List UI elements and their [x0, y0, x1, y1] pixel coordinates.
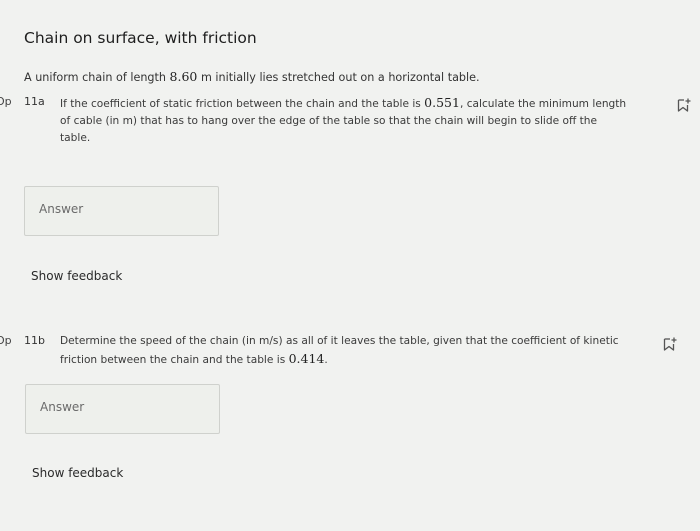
question-11a-line1-prefix: If the coefficient of static friction be…	[60, 98, 425, 110]
show-feedback-link-11a[interactable]: Show feedback	[31, 269, 122, 283]
question-11b-line1: Determine the speed of the chain (in m/s…	[60, 335, 619, 347]
bookmark-add-icon[interactable]	[676, 97, 692, 113]
question-11a-side-tag: Op	[0, 95, 12, 108]
chain-length-value: 8.60	[169, 69, 198, 84]
question-11a-line3: table.	[60, 132, 91, 144]
answer-placeholder: Answer	[40, 400, 85, 414]
question-11a-line1-suffix: , calculate the minimum length	[459, 98, 627, 110]
question-11a-line2: of cable (in m) that has to hang over th…	[60, 115, 598, 127]
question-11b-line2-suffix: .	[324, 354, 328, 366]
question-11b-text: Determine the speed of the chain (in m/s…	[60, 333, 660, 369]
question-11b-number: 11b	[24, 334, 45, 347]
answer-input-11a[interactable]: Answer	[24, 186, 219, 236]
question-11a-number: 11a	[24, 95, 45, 108]
answer-input-11b[interactable]: Answer	[25, 384, 220, 434]
intro-suffix: m initially lies stretched out on a hori…	[197, 71, 480, 84]
question-11b-line2-prefix: friction between the chain and the table…	[60, 354, 289, 366]
show-feedback-link-11b[interactable]: Show feedback	[32, 466, 123, 480]
answer-placeholder: Answer	[39, 202, 84, 216]
kinetic-friction-value: 0.414	[288, 351, 325, 366]
question-11a-text: If the coefficient of static friction be…	[60, 94, 660, 147]
page-title: Chain on surface, with friction	[24, 29, 257, 47]
intro-prefix: A uniform chain of length	[24, 71, 170, 84]
question-11b-side-tag: Op	[0, 334, 12, 347]
question-11a-line1: If the coefficient of static friction be…	[60, 94, 660, 113]
problem-intro: A uniform chain of length 8.60 m initial…	[24, 69, 480, 84]
question-11b-line2: friction between the chain and the table…	[60, 350, 660, 369]
static-friction-value: 0.551	[424, 95, 460, 110]
bookmark-add-icon[interactable]	[662, 336, 678, 352]
